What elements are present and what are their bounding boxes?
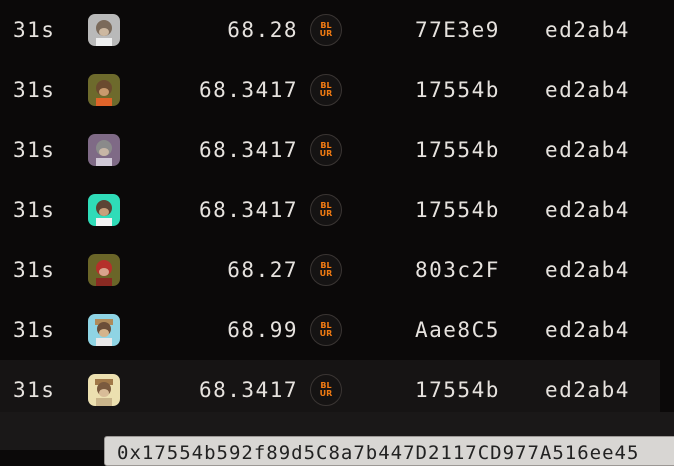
ape-avatar-icon[interactable] [88,374,120,406]
to-address-link[interactable]: ed2ab4 [545,258,630,282]
from-address-link[interactable]: 77E3e9 [415,18,500,42]
token-label: BL UR [319,321,333,338]
blur-token-icon: BL UR [310,14,342,46]
ape-avatar-icon[interactable] [88,254,120,286]
price-cell: 68.28 [227,18,298,42]
table-row[interactable]: 31s 68.99 BL UR Aae8C5 ed2ab4 [0,300,660,360]
table-row[interactable]: 31s 68.3417 BL UR 17554b ed2ab4 [0,360,660,420]
price-cell: 68.99 [227,318,298,342]
table-row[interactable]: 31s 68.3417 BL UR 17554b ed2ab4 [0,60,660,120]
from-address-link[interactable]: 17554b [415,198,500,222]
blur-token-icon: BL UR [310,74,342,106]
token-label: BL UR [319,261,333,278]
table-row[interactable]: 31s 68.28 BL UR 77E3e9 ed2ab4 [0,0,660,60]
age-cell: 31s [13,378,56,402]
from-address-link[interactable]: 17554b [415,138,500,162]
age-cell: 31s [13,138,56,162]
age-cell: 31s [13,198,56,222]
price-cell: 68.3417 [198,138,298,162]
price-cell: 68.3417 [198,198,298,222]
activity-table: 31s 68.28 BL UR 77E3e9 ed2ab4 31s 68.341… [0,0,674,420]
ape-avatar-icon[interactable] [88,194,120,226]
price-cell: 68.3417 [198,378,298,402]
to-address-link[interactable]: ed2ab4 [545,18,630,42]
blur-token-icon: BL UR [310,194,342,226]
token-label: BL UR [319,141,333,158]
ape-avatar-icon[interactable] [88,14,120,46]
address-tooltip: 0x17554b592f89d5C8a7b447D2117CD977A516ee… [104,436,674,466]
ape-avatar-icon[interactable] [88,74,120,106]
token-label: BL UR [319,201,333,218]
blur-token-icon: BL UR [310,314,342,346]
to-address-link[interactable]: ed2ab4 [545,378,630,402]
token-label: BL UR [319,21,333,38]
price-cell: 68.27 [227,258,298,282]
from-address-link[interactable]: 17554b [415,78,500,102]
table-row[interactable]: 31s 68.27 BL UR 803c2F ed2ab4 [0,240,660,300]
table-row[interactable]: 31s 68.3417 BL UR 17554b ed2ab4 [0,120,660,180]
table-row[interactable]: 31s 68.3417 BL UR 17554b ed2ab4 [0,180,660,240]
to-address-link[interactable]: ed2ab4 [545,318,630,342]
age-cell: 31s [13,258,56,282]
to-address-link[interactable]: ed2ab4 [545,78,630,102]
blur-token-icon: BL UR [310,134,342,166]
token-label: BL UR [319,381,333,398]
to-address-link[interactable]: ed2ab4 [545,138,630,162]
ape-avatar-icon[interactable] [88,314,120,346]
to-address-link[interactable]: ed2ab4 [545,198,630,222]
blur-token-icon: BL UR [310,374,342,406]
blur-token-icon: BL UR [310,254,342,286]
from-address-link[interactable]: 17554b [415,378,500,402]
from-address-link[interactable]: Aae8C5 [415,318,500,342]
age-cell: 31s [13,78,56,102]
ape-avatar-icon[interactable] [88,134,120,166]
age-cell: 31s [13,318,56,342]
from-address-link[interactable]: 803c2F [415,258,500,282]
token-label: BL UR [319,81,333,98]
age-cell: 31s [13,18,56,42]
price-cell: 68.3417 [198,78,298,102]
